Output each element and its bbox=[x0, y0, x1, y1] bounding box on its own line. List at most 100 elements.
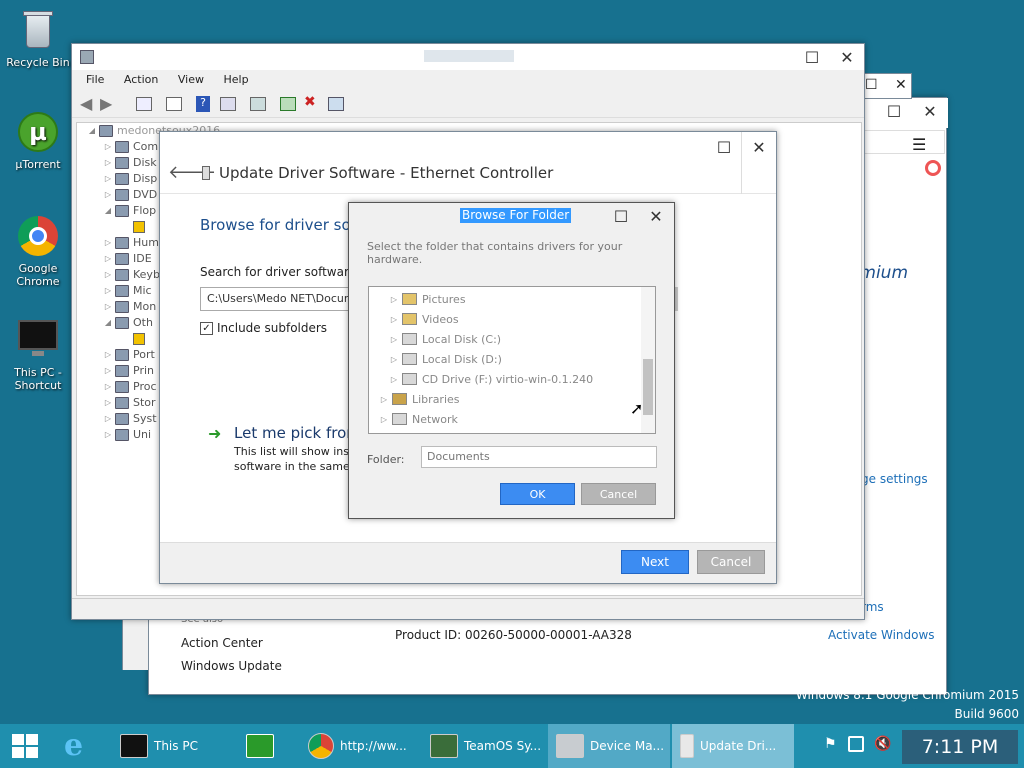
change-settings-link[interactable]: ge settings bbox=[861, 472, 928, 486]
network-error-icon[interactable] bbox=[848, 736, 864, 752]
folder-tree[interactable]: ▷ Pictures ▷ Videos ▷ Local Disk (C:) ▷ Local D… bbox=[368, 286, 656, 434]
close-button[interactable]: ✕ bbox=[913, 98, 947, 124]
maximize-button[interactable]: ☐ bbox=[795, 44, 829, 70]
menu-view[interactable]: View bbox=[178, 73, 204, 86]
taskbar-item-chrome[interactable]: http://ww... bbox=[300, 724, 410, 768]
expand-icon[interactable]: ▷ bbox=[103, 187, 113, 203]
expand-icon[interactable]: ▷ bbox=[103, 299, 113, 315]
expand-icon[interactable]: ▷ bbox=[103, 155, 113, 171]
help-icon[interactable] bbox=[925, 160, 941, 176]
pick-link[interactable]: Let me pick from bbox=[234, 424, 361, 442]
taskbar-item-update-driver[interactable]: Update Dri... bbox=[672, 724, 794, 768]
expand-icon[interactable]: ▷ bbox=[103, 139, 113, 155]
folder-tree-item[interactable]: ▷ Local Disk (C:) bbox=[369, 329, 655, 349]
expand-icon[interactable]: ▷ bbox=[103, 379, 113, 395]
expand-icon[interactable]: ▷ bbox=[103, 347, 113, 363]
help-icon[interactable]: ? bbox=[196, 96, 210, 112]
uninstall-icon[interactable]: ✖ bbox=[304, 94, 316, 110]
windows-update-link[interactable]: Windows Update bbox=[181, 659, 282, 673]
maximize-button[interactable]: ☐ bbox=[877, 98, 911, 124]
menu-file[interactable]: File bbox=[86, 73, 104, 86]
action-center-link[interactable]: Action Center bbox=[181, 636, 263, 650]
search-label: Search for driver software in bbox=[200, 265, 371, 279]
expand-icon[interactable]: ▷ bbox=[389, 335, 399, 344]
expand-icon[interactable]: ▷ bbox=[379, 415, 389, 424]
close-button[interactable]: ✕ bbox=[639, 203, 673, 229]
ie-pinned[interactable]: e bbox=[56, 726, 102, 766]
expand-icon[interactable]: ▷ bbox=[389, 355, 399, 364]
forward-arrow-icon[interactable]: ▶ bbox=[100, 94, 112, 113]
watermark-line-1: Windows 8.1 Google Chromium 2015 bbox=[795, 688, 1019, 702]
activate-windows-link[interactable]: Activate Windows bbox=[828, 628, 935, 642]
device-view-icon[interactable] bbox=[220, 97, 236, 111]
folder-tree-label: Libraries bbox=[412, 392, 460, 406]
scan-icon[interactable] bbox=[250, 97, 266, 111]
expand-icon[interactable]: ▷ bbox=[103, 427, 113, 443]
cancel-button[interactable]: Cancel bbox=[581, 483, 656, 505]
maximize-button[interactable]: ☐ bbox=[604, 203, 638, 229]
expand-icon[interactable]: ◢ bbox=[103, 203, 113, 219]
warning-device-icon bbox=[133, 333, 145, 345]
update-driver-icon[interactable] bbox=[280, 97, 296, 111]
scrollbar-thumb[interactable] bbox=[643, 359, 653, 415]
expand-icon[interactable]: ▷ bbox=[103, 235, 113, 251]
menu-help[interactable]: Help bbox=[223, 73, 248, 86]
expand-icon[interactable]: ▷ bbox=[103, 363, 113, 379]
expand-icon[interactable]: ▷ bbox=[103, 267, 113, 283]
expand-icon[interactable]: ▷ bbox=[379, 395, 389, 404]
device-category-icon bbox=[115, 381, 129, 393]
start-button[interactable] bbox=[0, 724, 50, 768]
ok-button[interactable]: OK bbox=[500, 483, 575, 505]
desktop-icon-chrome[interactable]: Google Chrome bbox=[2, 214, 74, 288]
desktop-icon-this-pc[interactable]: This PC - Shortcut bbox=[2, 318, 74, 392]
include-subfolders-checkbox[interactable]: ✓ Include subfolders bbox=[200, 321, 327, 335]
expand-icon[interactable]: ▷ bbox=[103, 395, 113, 411]
checkbox-checked-icon: ✓ bbox=[200, 321, 213, 335]
expand-icon[interactable]: ◢ bbox=[103, 315, 113, 331]
device-category-label: Mic bbox=[133, 284, 152, 297]
folder-tree-item[interactable]: ▷ CD Drive (F:) virtio-win-0.1.240 bbox=[369, 369, 655, 389]
enable-icon[interactable] bbox=[328, 97, 344, 111]
expand-icon[interactable]: ▷ bbox=[103, 171, 113, 187]
next-button[interactable]: Next bbox=[621, 550, 689, 574]
utorrent-icon: µ bbox=[16, 110, 60, 154]
folder-input[interactable]: Documents bbox=[421, 446, 657, 468]
desktop-icon-recycle-bin[interactable]: Recycle Bin bbox=[2, 8, 74, 69]
close-icon[interactable]: ✕ bbox=[895, 77, 907, 93]
close-button[interactable]: ✕ bbox=[830, 44, 864, 70]
taskbar-item-store[interactable] bbox=[238, 724, 292, 768]
expand-icon[interactable]: ▷ bbox=[389, 315, 399, 324]
list-icon[interactable] bbox=[166, 97, 182, 111]
expand-icon[interactable]: ▷ bbox=[103, 411, 113, 427]
menu-action[interactable]: Action bbox=[124, 73, 158, 86]
taskbar-item-device-manager[interactable]: Device Ma... bbox=[548, 724, 670, 768]
taskbar-item-this-pc[interactable]: This PC bbox=[112, 724, 222, 768]
expand-icon[interactable]: ▷ bbox=[103, 251, 113, 267]
taskbar-item-teamos[interactable]: TeamOS Sy... bbox=[422, 724, 546, 768]
properties-icon[interactable] bbox=[136, 97, 152, 111]
folder-tree-item[interactable]: ▷ Local Disk (D:) bbox=[369, 349, 655, 369]
collapse-icon[interactable]: ◢ bbox=[87, 123, 97, 139]
browse-folder-dialog[interactable]: Browse For Folder ☐ ✕ Select the folder … bbox=[348, 202, 675, 519]
expand-icon[interactable]: ▷ bbox=[389, 295, 399, 304]
maximize-icon[interactable]: ☐ bbox=[865, 77, 878, 93]
back-window-titlebar: ☐ ✕ bbox=[862, 73, 912, 99]
back-arrow-icon[interactable]: ◀ bbox=[80, 94, 92, 113]
clock[interactable]: 7:11 PM bbox=[902, 730, 1018, 764]
folder-tree-item[interactable]: ▷ Videos bbox=[369, 309, 655, 329]
cancel-button[interactable]: Cancel bbox=[697, 550, 765, 574]
close-button[interactable]: ✕ bbox=[742, 134, 776, 160]
folder-icon bbox=[402, 373, 417, 385]
folder-tree-item[interactable]: ▷ Pictures bbox=[369, 289, 655, 309]
maximize-button[interactable]: ☐ bbox=[707, 134, 741, 160]
green-arrow-icon: ➜ bbox=[208, 424, 222, 443]
flag-icon[interactable]: ⚑ bbox=[824, 736, 837, 752]
hamburger-menu-icon[interactable]: ☰ bbox=[912, 135, 926, 154]
expand-icon[interactable]: ▷ bbox=[103, 283, 113, 299]
expand-icon[interactable]: ▷ bbox=[389, 375, 399, 384]
folder-tree-item[interactable]: ▷ Libraries bbox=[369, 389, 655, 409]
folder-tree-item[interactable]: ▷ Network bbox=[369, 409, 655, 429]
device-category-label: Mon bbox=[133, 300, 157, 313]
volume-muted-icon[interactable]: 🔇 bbox=[874, 736, 891, 752]
desktop-icon-utorrent[interactable]: µ µTorrent bbox=[2, 110, 74, 171]
